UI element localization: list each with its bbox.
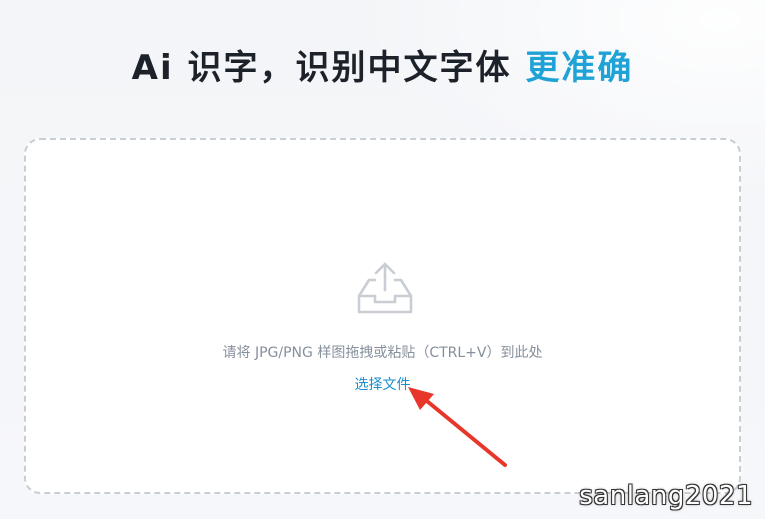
upload-hint: 请将 JPG/PNG 样图拖拽或粘贴（CTRL+V）到此处: [222, 345, 543, 361]
page-title: Ai 识字，识别中文字体 更准确: [0, 44, 765, 92]
upload-tray-icon: [357, 262, 413, 314]
upload-dropzone[interactable]: 请将 JPG/PNG 样图拖拽或粘贴（CTRL+V）到此处 选择文件: [24, 138, 741, 494]
watermark-text: sanlang2021: [579, 481, 753, 511]
choose-file-link[interactable]: 选择文件: [26, 375, 739, 395]
page-title-accent: 更准确: [525, 48, 634, 88]
page-title-main: Ai 识字，识别中文字体: [131, 48, 526, 88]
red-arrow-annotation: [408, 387, 507, 467]
